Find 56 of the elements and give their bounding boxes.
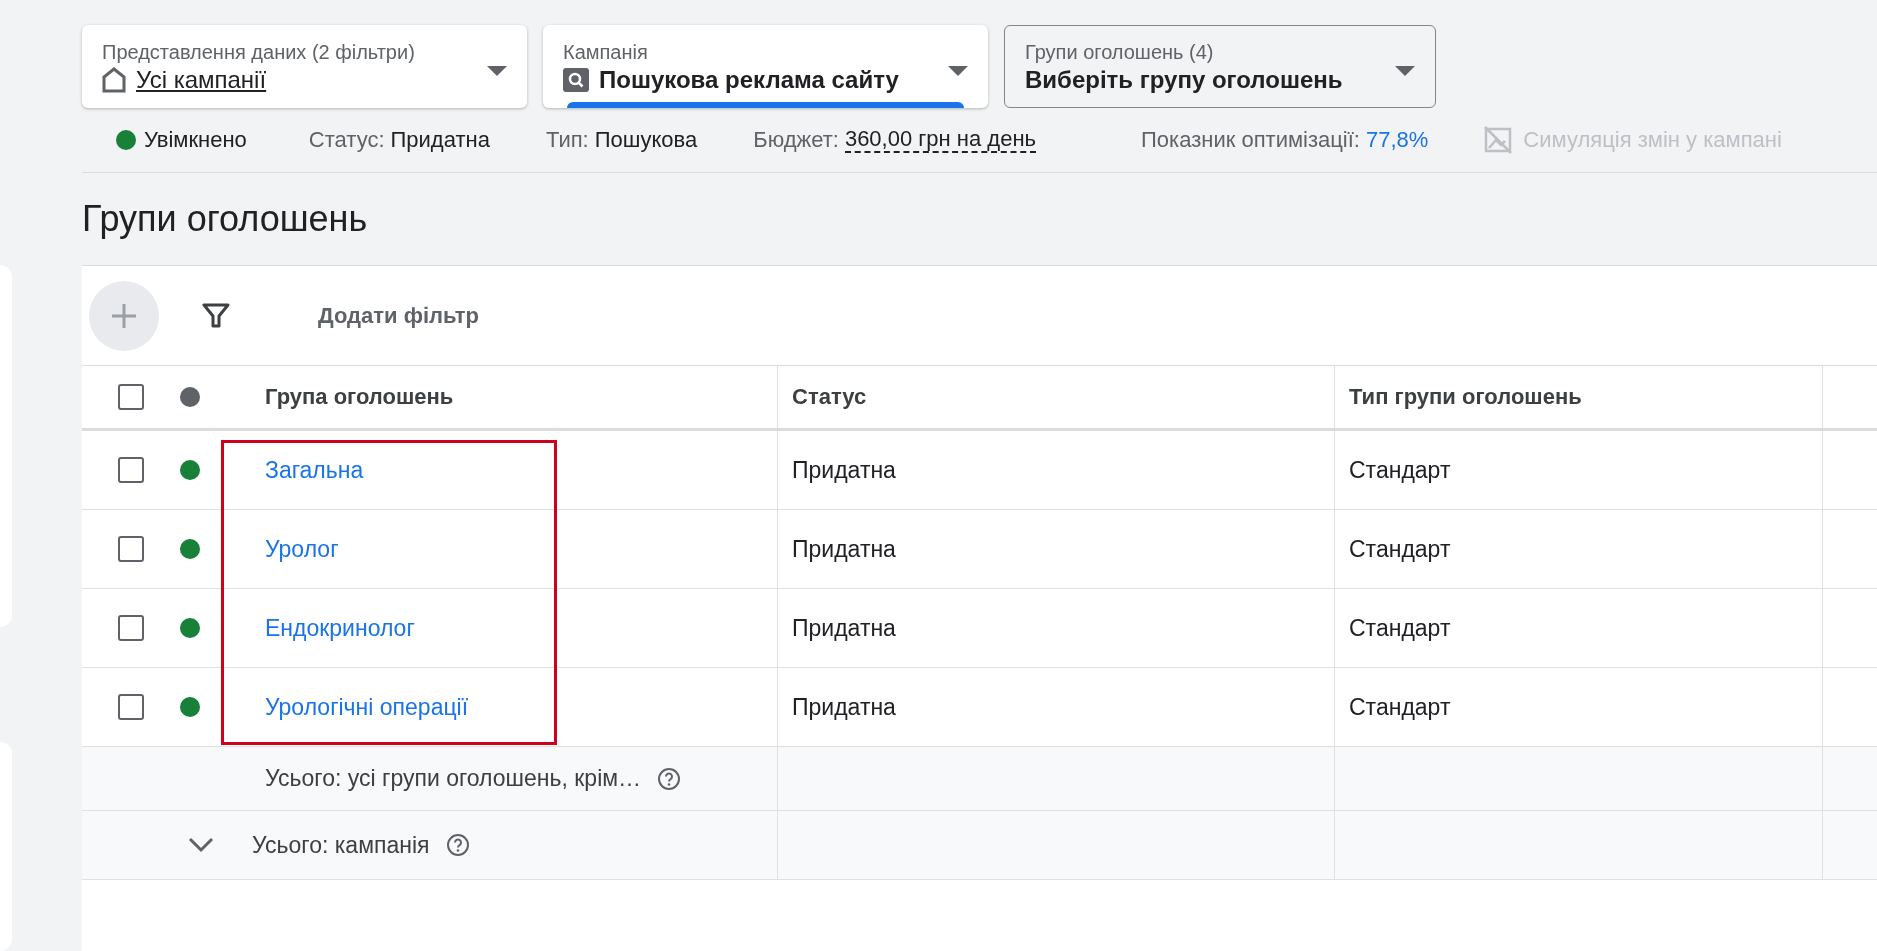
help-icon[interactable] bbox=[657, 766, 682, 791]
chevron-icon bbox=[188, 837, 214, 853]
selector-dropdown[interactable]: Представлення даних (2 фільтри) Усі кампанії bbox=[82, 25, 527, 108]
plus-icon bbox=[110, 301, 138, 330]
status-column-icon bbox=[180, 387, 200, 407]
selector-value: Виберіть групу оголошень bbox=[1025, 66, 1343, 94]
table-cell: Придатна bbox=[792, 614, 896, 642]
caret-icon bbox=[487, 65, 507, 78]
totals-label: Усього: кампанія bbox=[252, 831, 430, 859]
selector-value: Пошукова реклама сайту bbox=[599, 66, 899, 94]
totals-label: Усього: усі групи оголошень, крім… bbox=[265, 765, 642, 792]
selector-label: Кампанія bbox=[563, 41, 649, 64]
column-header[interactable]: Група оголошень bbox=[265, 384, 454, 410]
row-checkbox[interactable] bbox=[118, 457, 144, 483]
image-off-icon bbox=[1483, 125, 1514, 155]
search-icon bbox=[563, 68, 589, 92]
table-cell: Придатна bbox=[792, 456, 896, 484]
row-checkbox[interactable] bbox=[118, 615, 144, 641]
status-value: Придатна bbox=[390, 127, 490, 153]
home-icon bbox=[102, 67, 126, 93]
row-checkbox[interactable] bbox=[118, 536, 144, 562]
budget-value[interactable]: 360,00 грн на день bbox=[844, 127, 1036, 153]
caret-icon bbox=[1395, 65, 1415, 78]
ad-group-link[interactable]: Уролог bbox=[265, 535, 339, 563]
select-all-checkbox[interactable] bbox=[118, 384, 144, 410]
ad-group-link[interactable]: Загальна bbox=[265, 456, 364, 484]
status-label: Статус: bbox=[308, 127, 385, 153]
type-value: Пошукова bbox=[594, 127, 698, 153]
column-header[interactable]: Тип групи оголошень bbox=[1349, 384, 1582, 410]
expand-button[interactable] bbox=[188, 837, 214, 853]
selector-label: Представлення даних (2 фільтри) bbox=[102, 41, 416, 64]
table-cell: Стандарт bbox=[1349, 535, 1451, 563]
ad-group-link[interactable]: Ендокринолог bbox=[265, 614, 415, 642]
budget-label: Бюджет: bbox=[753, 127, 839, 153]
ad-group-link[interactable]: Урологічні операції bbox=[265, 693, 469, 721]
table-cell: Стандарт bbox=[1349, 693, 1451, 721]
filter-icon bbox=[202, 301, 230, 330]
selector-dropdown[interactable]: Групи оголошень (4) Виберіть групу оголошень bbox=[1004, 25, 1436, 108]
table-cell: Придатна bbox=[792, 535, 896, 563]
type-label: Тип: bbox=[545, 127, 589, 153]
campaign-state: Увімкнено bbox=[144, 127, 247, 153]
caret-icon bbox=[948, 65, 968, 78]
page-title: Групи оголошень bbox=[82, 197, 369, 241]
help-icon[interactable] bbox=[445, 833, 470, 857]
selector-value: Усі кампанії bbox=[136, 66, 267, 94]
table-cell: Стандарт bbox=[1349, 456, 1451, 484]
column-header[interactable]: Статус bbox=[792, 384, 867, 410]
selector-label: Групи оголошень (4) bbox=[1025, 41, 1215, 64]
filter-button[interactable] bbox=[202, 301, 230, 330]
table-cell: Придатна bbox=[792, 693, 896, 721]
add-filter-button[interactable]: Додати фільтр bbox=[318, 302, 479, 329]
score-label: Показник оптимізації: bbox=[1141, 127, 1360, 153]
row-checkbox[interactable] bbox=[118, 694, 144, 720]
table-cell: Стандарт bbox=[1349, 614, 1451, 642]
score-value[interactable]: 77,8% bbox=[1365, 127, 1429, 153]
selector-dropdown[interactable]: Кампанія Пошукова реклама сайту bbox=[543, 25, 988, 108]
